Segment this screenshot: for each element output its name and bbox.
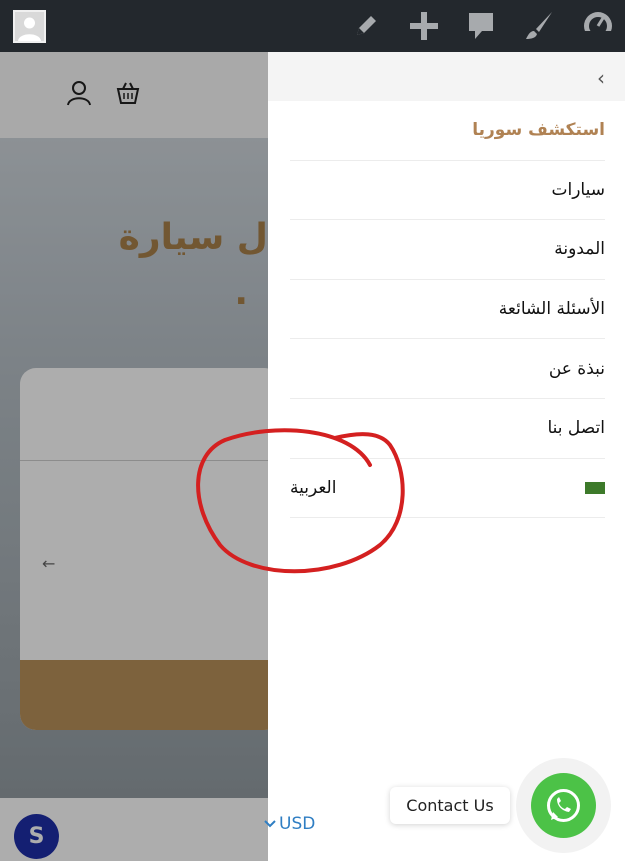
chevron-right-icon[interactable]: ‹ [597,66,605,90]
currency-switcher[interactable]: USD [263,814,315,834]
chevron-down-icon [264,820,276,828]
drawer-header: ‹ [268,52,625,101]
currency-label: USD [279,814,316,834]
dashboard-icon[interactable] [581,9,615,43]
avatar-icon [18,17,41,41]
drawer-overlay[interactable] [0,52,268,861]
plus-icon[interactable] [407,9,441,43]
menu-item-label: المدونة [554,239,605,260]
menu-item-contact[interactable]: اتصل بنا [290,399,605,459]
menu-item-blog[interactable]: المدونة [290,220,605,280]
language-switcher[interactable]: العربية [290,459,605,519]
drawer-menu: استكشف سوريا سيارات المدونة الأسئلة الشا… [290,101,605,519]
comment-icon[interactable] [464,9,498,43]
contact-us-button[interactable]: Contact Us [390,787,510,824]
whatsapp-icon [547,789,580,822]
whatsapp-button[interactable] [531,773,596,838]
brush-icon[interactable] [522,9,556,43]
side-drawer: ‹ استكشف سوريا سيارات المدونة الأسئلة ال… [268,52,625,861]
menu-item-label: نبذة عن [548,358,605,379]
menu-item-label: استكشف سوريا [472,120,605,141]
menu-item-cars[interactable]: سيارات [290,161,605,221]
admin-bar [0,0,625,52]
user-avatar[interactable] [13,10,46,43]
flag-icon [585,481,605,494]
language-label: العربية [290,477,337,498]
menu-item-label: اتصل بنا [547,418,605,439]
menu-item-faq[interactable]: الأسئلة الشائعة [290,280,605,340]
menu-item-label: سيارات [551,179,606,200]
menu-item-about[interactable]: نبذة عن [290,339,605,399]
menu-item-explore-syria[interactable]: استكشف سوريا [290,101,605,161]
menu-item-label: الأسئلة الشائعة [498,299,605,320]
pencil-icon[interactable] [349,9,383,43]
